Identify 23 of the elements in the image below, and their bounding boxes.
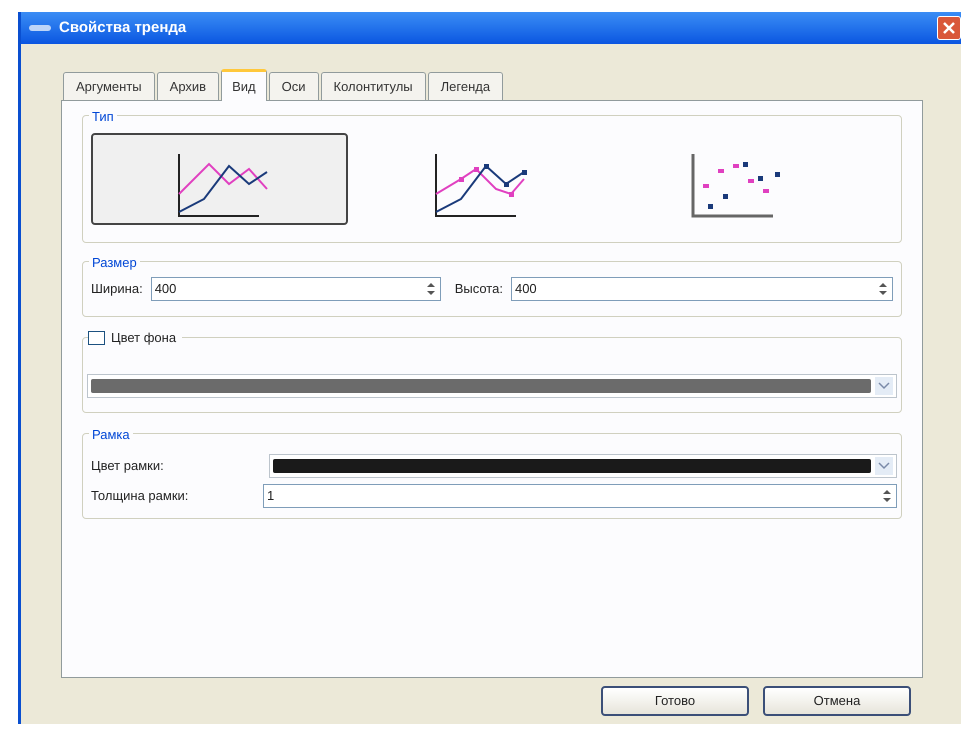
tab[interactable]: Колонтитулы: [320, 72, 426, 100]
height-field[interactable]: 400: [510, 277, 893, 301]
dialog-button[interactable]: Готово: [601, 686, 749, 716]
tab[interactable]: Архив: [156, 72, 220, 100]
checkbox[interactable]: [88, 331, 105, 345]
background-color-dropdown[interactable]: [87, 374, 897, 398]
tab[interactable]: Аргументы: [63, 72, 155, 100]
chart-type-option[interactable]: [91, 133, 348, 225]
close-button[interactable]: [937, 16, 961, 40]
dialog-button[interactable]: Отмена: [763, 686, 911, 716]
window-icon: [29, 25, 51, 31]
field-label: Ширина:: [91, 280, 143, 298]
tab[interactable]: Оси: [268, 72, 318, 100]
frame-color-dropdown[interactable]: [269, 454, 897, 478]
window-title: Свойства тренда: [59, 18, 188, 38]
thickness-field[interactable]: 1: [263, 484, 897, 508]
close-icon[interactable]: [942, 21, 956, 35]
tab[interactable]: Вид: [221, 69, 267, 101]
tab[interactable]: Легенда: [428, 72, 504, 100]
field-label: Цвет рамки:: [90, 457, 165, 476]
field-label: Высота:: [454, 280, 503, 298]
field-label: Толщина рамки:: [90, 487, 190, 506]
width-field[interactable]: 400: [150, 277, 441, 301]
